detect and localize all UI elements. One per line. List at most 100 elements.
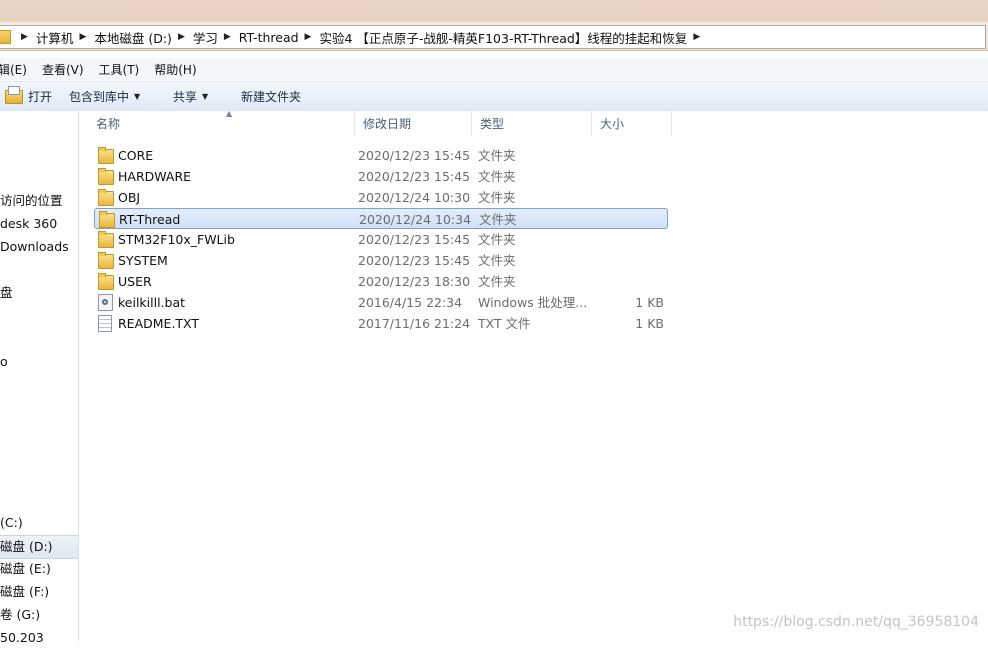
window-frame-top: [0, 0, 988, 22]
file-size: [591, 250, 664, 271]
file-size: [591, 166, 664, 187]
column-header-date[interactable]: 修改日期: [355, 111, 472, 136]
file-type: 文件夹: [479, 212, 517, 227]
folder-icon: [99, 211, 115, 228]
table-row[interactable]: CORE 2020/12/23 15:45 文件夹: [94, 145, 668, 166]
file-size: 1 KB: [635, 316, 664, 331]
file-date: 2017/11/16 21:24: [358, 316, 471, 331]
file-size: [591, 187, 664, 208]
file-date: 2016/4/15 22:34: [358, 295, 463, 310]
file-list[interactable]: 名称 ▲ 修改日期 类型 大小 CORE 2020/12/23 15:45 文件…: [79, 109, 988, 641]
folder-icon: [98, 273, 114, 290]
nav-item-o[interactable]: o: [0, 351, 78, 373]
file-type: 文件夹: [478, 190, 516, 205]
column-header-size[interactable]: 大小: [592, 111, 672, 136]
breadcrumb-item-computer[interactable]: 计算机: [36, 28, 74, 47]
file-date: 2020/12/23 18:30: [358, 274, 471, 289]
menu-bar: 辑(E) 查看(V) 工具(T) 帮助(H): [0, 58, 988, 80]
menu-edit[interactable]: 辑(E): [0, 61, 27, 78]
file-date: 2020/12/24 10:30: [358, 190, 471, 205]
chevron-right-icon[interactable]: ▶: [305, 32, 312, 42]
file-type: Windows 批处理...: [478, 295, 588, 310]
folder-icon: [98, 252, 114, 269]
file-type: 文件夹: [478, 253, 516, 268]
file-name: USER: [118, 274, 152, 289]
chevron-right-icon[interactable]: ▶: [21, 32, 28, 42]
folder-icon: [98, 168, 114, 185]
folder-icon: [0, 30, 11, 44]
navigation-pane[interactable]: 访问的位置 desk 360 Downloads 盘 o (C:) 磁盘 (D:…: [0, 111, 79, 645]
file-name: SYSTEM: [118, 253, 168, 268]
column-header-type[interactable]: 类型: [472, 111, 592, 136]
nav-item-drive-e[interactable]: 磁盘 (E:): [0, 558, 78, 580]
new-folder-button[interactable]: 新建文件夹: [241, 88, 301, 105]
chevron-right-icon[interactable]: ▶: [79, 32, 86, 42]
table-row[interactable]: README.TXT 2017/11/16 21:24 TXT 文件 1 KB: [94, 313, 668, 334]
chevron-right-icon[interactable]: ▶: [693, 32, 700, 42]
menu-view[interactable]: 查看(V): [42, 61, 84, 78]
file-date: 2020/12/23 15:45: [358, 253, 471, 268]
column-header-size-label: 大小: [600, 117, 625, 131]
breadcrumb-item-study[interactable]: 学习: [193, 28, 218, 47]
menu-help[interactable]: 帮助(H): [154, 61, 196, 78]
file-size: [591, 229, 664, 250]
nav-item-drive-f[interactable]: 磁盘 (F:): [0, 581, 78, 603]
menu-tools[interactable]: 工具(T): [99, 61, 140, 78]
chevron-down-icon: ▼: [134, 92, 141, 101]
open-folder-icon: [5, 85, 23, 104]
command-bar: 打开 包含到库中 ▼ 共享 ▼ 新建文件夹: [0, 81, 988, 112]
file-type: 文件夹: [478, 148, 516, 163]
watermark: https://blog.csdn.net/qq_36958104: [733, 614, 979, 630]
nav-item-downloads[interactable]: Downloads: [0, 236, 78, 258]
file-name: STM32F10x_FWLib: [118, 232, 235, 247]
sort-ascending-icon: ▲: [226, 109, 233, 118]
chevron-right-icon[interactable]: ▶: [178, 32, 185, 42]
new-folder-label: 新建文件夹: [241, 90, 302, 104]
nav-item-drive-c[interactable]: (C:): [0, 512, 78, 534]
breadcrumb-item-drive-d[interactable]: 本地磁盘 (D:): [94, 28, 172, 47]
bat-file-icon: [98, 294, 113, 311]
include-in-library-button[interactable]: 包含到库中 ▼: [69, 88, 173, 105]
table-row[interactable]: USER 2020/12/23 18:30 文件夹: [94, 271, 668, 292]
nav-item-recent-places[interactable]: 访问的位置: [0, 190, 78, 212]
table-row[interactable]: HARDWARE 2020/12/23 15:45 文件夹: [94, 166, 668, 187]
file-type: 文件夹: [478, 232, 516, 247]
file-name: RT-Thread: [119, 212, 181, 227]
nav-item-desk-360[interactable]: desk 360: [0, 213, 78, 235]
file-type: 文件夹: [478, 274, 516, 289]
table-row[interactable]: OBJ 2020/12/24 10:30 文件夹: [94, 187, 668, 208]
share-label: 共享: [173, 90, 198, 104]
nav-item-disk[interactable]: 盘: [0, 282, 78, 304]
file-type: 文件夹: [478, 169, 516, 184]
text-file-icon: [98, 315, 112, 332]
chevron-right-icon[interactable]: ▶: [224, 32, 231, 42]
file-type: TXT 文件: [478, 316, 531, 331]
file-size: [591, 271, 664, 292]
table-row-selected[interactable]: RT-Thread 2020/12/24 10:34 文件夹: [94, 208, 668, 229]
nav-item-drive-g[interactable]: 卷 (G:): [0, 604, 78, 626]
file-date: 2020/12/23 15:45: [358, 148, 471, 163]
table-row[interactable]: SYSTEM 2020/12/23 15:45 文件夹: [94, 250, 668, 271]
table-row[interactable]: STM32F10x_FWLib 2020/12/23 15:45 文件夹: [94, 229, 668, 250]
address-bar: ▶ 计算机 ▶ 本地磁盘 (D:) ▶ 学习 ▶ RT-thread ▶ 实验4…: [0, 22, 988, 51]
column-header-type-label: 类型: [480, 117, 505, 131]
column-header-date-label: 修改日期: [363, 117, 412, 131]
file-date: 2020/12/23 15:45: [358, 232, 471, 247]
file-size: 1 KB: [635, 295, 664, 310]
file-date: 2020/12/23 15:45: [358, 169, 471, 184]
folder-icon: [98, 231, 114, 248]
column-header-name[interactable]: 名称 ▲: [88, 109, 355, 136]
breadcrumb-item-rt-thread[interactable]: RT-thread: [239, 30, 299, 45]
file-name: HARDWARE: [118, 169, 192, 184]
table-row[interactable]: keilkilll.bat 2016/4/15 22:34 Windows 批处…: [94, 292, 668, 313]
chevron-down-icon: ▼: [202, 92, 209, 101]
open-button[interactable]: 打开: [5, 85, 69, 105]
breadcrumb[interactable]: ▶ 计算机 ▶ 本地磁盘 (D:) ▶ 学习 ▶ RT-thread ▶ 实验4…: [0, 25, 986, 49]
nav-item-network[interactable]: 50.203: [0, 627, 78, 649]
nav-item-drive-d[interactable]: 磁盘 (D:): [0, 535, 78, 559]
include-in-library-label: 包含到库中: [69, 90, 130, 104]
folder-icon: [98, 189, 114, 206]
file-name: OBJ: [118, 190, 141, 205]
file-date: 2020/12/24 10:34: [359, 212, 472, 227]
breadcrumb-item-experiment[interactable]: 实验4 【正点原子-战舰-精英F103-RT-Thread】线程的挂起和恢复: [319, 28, 687, 47]
